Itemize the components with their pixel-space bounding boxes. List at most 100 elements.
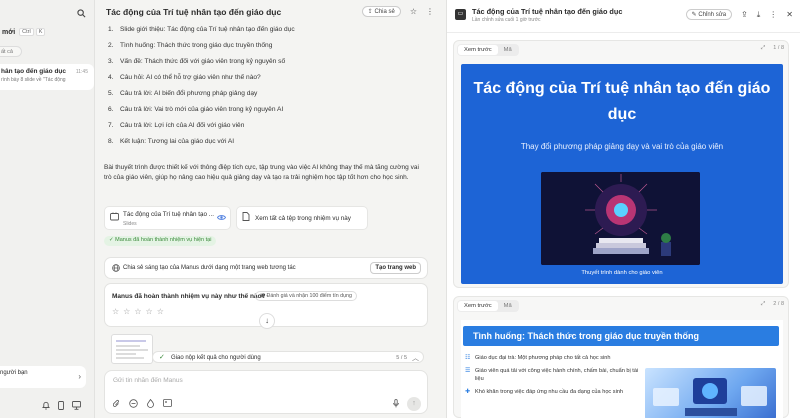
slide-2-canvas: Tình huống: Thách thức trong giáo dục tr… (461, 320, 783, 418)
share-webpage-box: Chia sẻ sáng tạo của Manus dưới dạng một… (104, 257, 428, 279)
filter-chip-all[interactable]: ất cả (0, 46, 22, 57)
send-button[interactable]: ↑ (407, 397, 421, 411)
new-task-label: mới (2, 28, 16, 36)
tab-code[interactable]: Mã (498, 45, 518, 55)
slide-view-tabs: Xem trước Mã (457, 44, 519, 56)
scroll-down-button[interactable]: ↓ (259, 313, 275, 329)
outline-item: 7. Câu trả lời: Lợi ích của AI đối với gi… (108, 122, 245, 129)
task-time: 11:45 (75, 69, 88, 75)
slide-1-title: Tác động của Trí tuệ nhân tạo đến giáo d… (473, 80, 771, 123)
tab-code[interactable]: Mã (498, 301, 518, 311)
slide-2-bullet: ☷ Giáo dục đại trà: Một phương pháp cho t… (465, 355, 611, 361)
outline-item: 6. Câu trả lời: Vai trò mới của giáo viên… (108, 106, 284, 113)
message-composer: ↑ (104, 370, 428, 414)
phone-icon[interactable] (58, 401, 64, 412)
tab-preview[interactable]: Xem trước (458, 301, 498, 311)
edit-button[interactable]: ✎ Chỉnh sửa (685, 9, 733, 20)
check-icon: ✓ (159, 354, 165, 361)
slide-counter: 1 / 8 (773, 45, 784, 51)
attachment-title: Tác động của Trí tuệ nhân tạo ... (123, 211, 215, 218)
view-all-files-button[interactable]: Xem tất cả tệp trong nhiệm vụ này (236, 206, 368, 230)
view-all-files-label: Xem tất cả tệp trong nhiệm vụ này (255, 215, 351, 222)
share-webpage-text: Chia sẻ sáng tạo của Manus dưới dạng một… (123, 265, 296, 271)
chevron-up-icon: ︿ (412, 355, 419, 362)
paperclip-icon[interactable] (112, 399, 120, 410)
microphone-icon[interactable] (393, 399, 399, 410)
chat-title: Tác động của Trí tuệ nhân tạo đến giáo d… (106, 7, 282, 17)
share-with-friends-label: người bạn (0, 370, 28, 376)
edit-label: Chỉnh sửa (698, 12, 727, 18)
slide-outline-list: 1. Slide giới thiệu: Tác động của Trí tuệ… (108, 25, 295, 153)
shortcut-k: K (35, 28, 46, 36)
pencil-icon: ✎ (691, 12, 697, 18)
puzzle-icon: ✚ (465, 389, 471, 395)
slide-1-subtitle: Thay đổi phương pháp giảng dạy và vai tr… (520, 142, 724, 151)
sidebar-task-item[interactable]: hân tạo đến giáo dục rình bày 8 slide về… (0, 64, 94, 90)
sidebar: mới Ctrl K ất cả hân tạo đến giáo dục rì… (0, 0, 95, 418)
outline-item: 1. Slide giới thiệu: Tác động của Trí tuệ… (108, 26, 295, 33)
slide-counter: 2 / 8 (773, 301, 784, 307)
presentation-icon: ▭ (455, 9, 466, 20)
tab-preview[interactable]: Xem trước (458, 45, 498, 55)
flame-icon[interactable] (147, 398, 154, 410)
preview-divider (447, 32, 800, 33)
slide-1-caption: Thuyết trình dành cho giáo viên (581, 270, 663, 276)
task-subtitle: rình bày 8 slide về "Tác động (1, 77, 66, 83)
outline-item: 2. Tình huống: Thách thức trong giáo dục … (108, 42, 273, 49)
outline-item: 4. Câu hỏi: AI có thể hỗ trợ giáo viên nh… (108, 74, 261, 81)
star-icon[interactable]: ☆ (410, 7, 417, 16)
more-icon[interactable]: ⋮ (769, 10, 777, 19)
image-icon[interactable] (163, 399, 172, 410)
result-thumbnail[interactable] (111, 334, 153, 364)
check-icon: ✓ (109, 237, 114, 243)
eye-icon[interactable] (216, 214, 227, 223)
outline-item: 5. Câu trả lời: AI biến đổi phương pháp g… (108, 90, 258, 97)
expand-icon[interactable]: ⤢ (761, 45, 765, 52)
slides-file-icon (110, 212, 119, 223)
share-with-friends-card[interactable]: người bạn › (0, 366, 86, 388)
slide-card-2: Xem trước Mã ⤢ 2 / 8 Tình huống: Thách t… (453, 296, 789, 418)
summary-paragraph: Bài thuyết trình được thiết kế với thông… (104, 164, 419, 181)
link-icon[interactable] (129, 399, 138, 410)
slide-2-bullet: ✚ Khó khăn trong việc đáp ứng nhu cầu đa … (465, 389, 624, 395)
slides-attachment-card[interactable]: Tác động của Trí tuệ nhân tạo ... Slides (104, 206, 231, 230)
share-icon[interactable]: ⇪ (741, 10, 748, 19)
outline-item: 8. Kết luận: Tương lai của giáo dục với A… (108, 138, 235, 145)
progress-step-label: Giao nộp kết quả cho người dùng (171, 354, 261, 361)
ai-classroom-illustration (645, 368, 776, 418)
chat-header: Tác động của Trí tuệ nhân tạo đến giáo d… (106, 6, 436, 21)
people-icon: ☷ (465, 355, 471, 361)
expand-icon[interactable]: ⤢ (761, 301, 765, 308)
gift-icon: ▣ (260, 293, 266, 299)
preview-panel: ▭ Tác động của Trí tuệ nhân tạo đến giáo… (446, 0, 800, 418)
create-webpage-button[interactable]: Tạo trang web (370, 262, 421, 274)
done-label: Manus đã hoàn thành nhiệm vụ hiện tại (115, 237, 212, 243)
task-done-badge: ✓ Manus đã hoàn thành nhiệm vụ hiện tại (104, 236, 217, 246)
more-icon[interactable]: ⋮ (426, 7, 434, 16)
chevron-right-icon: › (78, 372, 81, 381)
ai-brain-illustration (541, 172, 700, 265)
task-progress-step[interactable]: ✓ Giao nộp kết quả cho người dùng 5 / 5 … (152, 351, 424, 363)
desktop-icon[interactable] (72, 401, 81, 412)
bell-icon[interactable] (42, 401, 50, 412)
search-icon[interactable] (77, 9, 86, 20)
close-icon[interactable]: ✕ (786, 10, 793, 19)
star-rating[interactable]: ☆☆☆☆☆ (112, 307, 168, 316)
arrow-down-icon: ↓ (265, 316, 269, 325)
rating-credit-badge: ▣ Đánh giá và nhận 100 điểm tín dụng (255, 291, 357, 301)
slide-card-1: Xem trước Mã ⤢ 1 / 8 Tác động của Trí tu… (453, 40, 789, 288)
download-icon[interactable]: ⤓ (757, 10, 761, 20)
new-task-button[interactable]: mới Ctrl K (0, 25, 60, 39)
preview-title: Tác động của Trí tuệ nhân tạo đến giáo d… (472, 7, 623, 16)
preview-last-edited: Lần chỉnh sửa cuối 1 giờ trước (472, 17, 541, 23)
chat-panel: Tác động của Trí tuệ nhân tạo đến giáo d… (96, 0, 440, 418)
files-icon (242, 212, 250, 223)
rating-question: Manus đã hoàn thành nhiệm vụ này như thế… (112, 293, 266, 300)
slide-2-bullet: ☰ Giáo viên quá tải với công việc hành ch… (465, 368, 639, 382)
share-button[interactable]: ⇪ Chia sẻ (361, 6, 401, 17)
slide-view-tabs: Xem trước Mã (457, 300, 519, 312)
slide-2-bullets: ☷ Giáo dục đại trà: Một phương pháp cho t… (465, 354, 645, 401)
message-input[interactable] (113, 377, 363, 384)
share-label: Chia sẻ (374, 9, 395, 15)
slide-1-canvas: Tác động của Trí tuệ nhân tạo đến giáo d… (461, 64, 783, 284)
